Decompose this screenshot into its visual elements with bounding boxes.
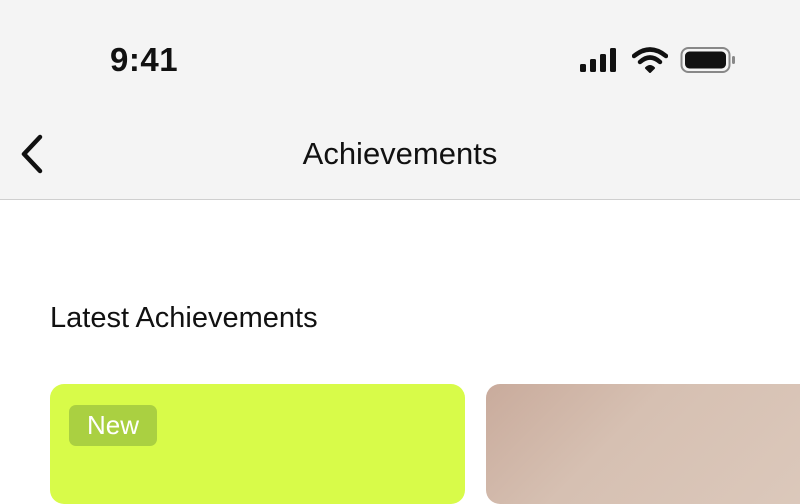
- status-icons: [580, 44, 736, 76]
- achievement-card[interactable]: [486, 384, 800, 504]
- cellular-signal-icon: [580, 48, 620, 72]
- wifi-icon: [632, 47, 668, 73]
- battery-icon: [680, 46, 736, 74]
- section-title: Latest Achievements: [50, 302, 318, 334]
- status-time: 9:41: [110, 41, 179, 78]
- header-area: 9:41 Achievements: [0, 0, 800, 200]
- achievement-card[interactable]: New: [50, 384, 465, 504]
- page-title: Achievements: [302, 136, 498, 171]
- new-badge: New: [69, 405, 158, 446]
